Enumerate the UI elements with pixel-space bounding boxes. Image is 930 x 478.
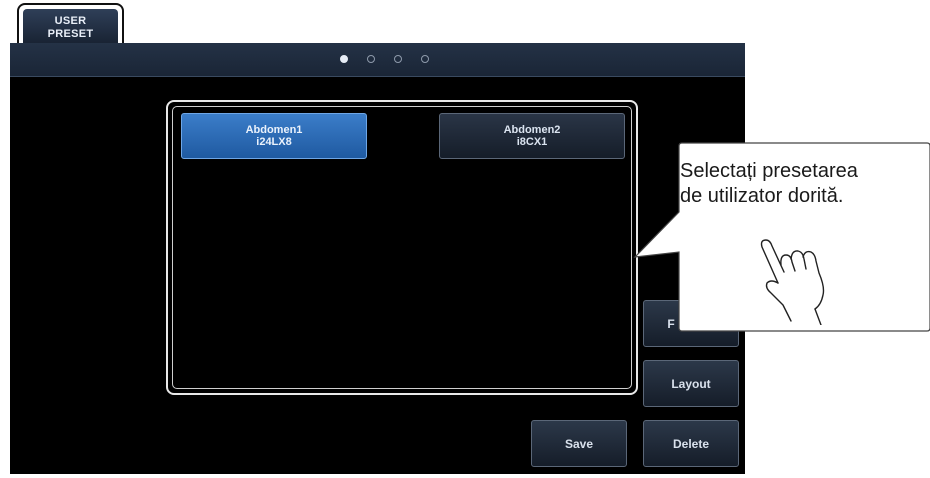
layout-button[interactable]: Layout <box>643 360 739 407</box>
delete-button-label: Delete <box>672 436 710 451</box>
user-preset-tab[interactable]: USER PRESET <box>23 9 118 47</box>
page-dot-3[interactable] <box>394 55 402 63</box>
layout-button-label: Layout <box>671 376 711 391</box>
preset-name: Abdomen2 <box>503 124 561 136</box>
f-button[interactable]: F <box>643 300 739 347</box>
page-indicator <box>340 55 429 63</box>
preset-name: Abdomen1 <box>245 124 303 136</box>
page-dot-2[interactable] <box>367 55 375 63</box>
user-preset-label: USER PRESET <box>47 15 94 40</box>
page-dot-1[interactable] <box>340 55 348 63</box>
top-bar <box>10 43 745 77</box>
preset-button-abdomen1[interactable]: Abdomen1 i24LX8 <box>181 113 367 159</box>
callout-line-1: Selectați presetarea <box>680 160 858 182</box>
save-button-label: Save <box>564 436 594 451</box>
preset-button-abdomen2[interactable]: Abdomen2 i8CX1 <box>439 113 625 159</box>
preset-probe: i8CX1 <box>516 136 548 148</box>
pointing-hand-icon <box>760 239 825 325</box>
save-button[interactable]: Save <box>531 420 627 467</box>
preset-probe: i24LX8 <box>256 136 292 148</box>
preset-screen: Abdomen1 i24LX8 Abdomen2 i8CX1 F Layout … <box>10 43 745 474</box>
callout-line-2: de utilizator dorită. <box>680 185 844 207</box>
callout-text: Selectați presetarea de utilizator dorit… <box>680 159 925 209</box>
f-button-label: F <box>667 316 675 331</box>
delete-button[interactable]: Delete <box>643 420 739 467</box>
page-dot-4[interactable] <box>421 55 429 63</box>
